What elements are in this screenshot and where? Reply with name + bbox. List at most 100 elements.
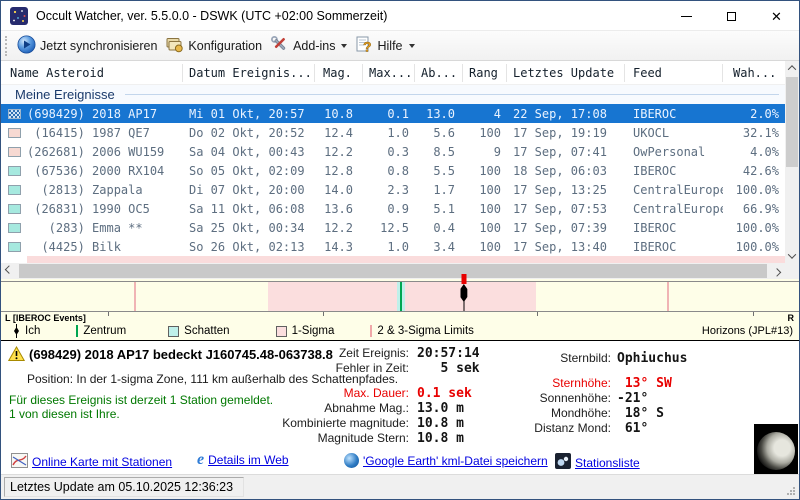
table-row[interactable]: (698429) 2018 AP17 Mi 01 Okt, 20:57 10.8… [1, 104, 785, 123]
toolbar: Jetzt synchronisieren Konfiguration Add-… [1, 31, 799, 61]
field-value: 18° S [617, 406, 664, 421]
cell-event-date: Mi 01 Okt, 20:57 [183, 107, 315, 121]
configuration-button[interactable]: Konfiguration [165, 35, 262, 57]
cell-probability: 42.6% [723, 164, 785, 178]
maximize-button[interactable] [709, 1, 754, 31]
cell-feed: IBEROC [625, 221, 723, 235]
field-label: Sonnenhöhe: [516, 391, 611, 406]
table-header: Name Asteroid Datum Ereignis... Mag. Max… [1, 61, 785, 85]
internet-explorer-icon: e [197, 453, 204, 467]
details-web-link[interactable]: e Details im Web [197, 453, 289, 467]
table-row[interactable]: (4425) Bilk So 26 Okt, 02:13 14.3 1.0 3.… [1, 237, 785, 256]
close-button[interactable]: ✕ [754, 1, 799, 31]
cell-last-update: 17 Sep, 19:19 [507, 126, 625, 140]
chevron-left-icon [5, 265, 13, 273]
cell-rank: 4 [463, 107, 507, 121]
cell-event-date: Di 07 Okt, 20:00 [183, 183, 315, 197]
close-icon: ✕ [771, 10, 782, 23]
field-label: Max. Dauer: [263, 386, 409, 401]
cell-max-duration: 12.5 [363, 221, 415, 235]
chevron-up-icon [788, 65, 796, 73]
cell-max-duration: 1.0 [363, 240, 415, 254]
marker-red-cap [461, 274, 466, 284]
column-header-ab[interactable]: Ab... [415, 64, 463, 82]
status-panel: Letztes Update am 05.10.2025 12:36:23 [4, 477, 244, 497]
help-button[interactable]: ? Hilfe [355, 35, 414, 57]
column-header-max[interactable]: Max... [363, 64, 415, 82]
table-row[interactable]: (283) Emma ** Sa 25 Okt, 00:34 12.2 12.5… [1, 218, 785, 237]
legend-label: 2 & 3-Sigma Limits [377, 325, 474, 337]
online-map-link[interactable]: Online Karte mit Stationen [11, 453, 172, 471]
field-label: Abnahme Mag.: [263, 401, 409, 416]
sync-button[interactable]: Jetzt synchronisieren [17, 35, 157, 57]
timeline-tick [108, 312, 109, 316]
column-header-feed[interactable]: Feed [625, 64, 723, 82]
table-row[interactable]: (262681) 2006 WU159 Sa 04 Okt, 00:43 12.… [1, 142, 785, 161]
moon-phase-image [754, 424, 798, 478]
scroll-left-button[interactable] [1, 263, 17, 279]
vertical-scrollbar[interactable] [785, 61, 799, 263]
detail-field-row: Sonnenhöhe:-21° [516, 391, 736, 406]
field-label: Zeit Ereignis: [263, 346, 409, 361]
cell-max-duration: 0.9 [363, 202, 415, 216]
minimize-button[interactable] [664, 1, 709, 31]
my-station-marker [460, 282, 467, 311]
sync-icon [17, 35, 36, 57]
google-earth-kml-link[interactable]: 'Google Earth' kml-Datei speichern [344, 453, 548, 468]
event-status-icon [1, 185, 27, 195]
table-row[interactable]: (26831) 1990 OC5 Sa 11 Okt, 06:08 13.6 0… [1, 199, 785, 218]
cell-mag-drop: 5.1 [415, 202, 463, 216]
app-icon [10, 7, 28, 25]
event-status-icon [1, 242, 27, 252]
toolbar-grip[interactable] [5, 36, 9, 56]
column-header-wah[interactable]: Wah... [723, 64, 785, 82]
scroll-up-button[interactable] [785, 61, 799, 75]
map-icon [11, 453, 28, 471]
detail-field-row: Zeit Ereignis:20:57:14 [263, 346, 525, 361]
cell-rank: 100 [463, 221, 507, 235]
field-value: 10.8 m [417, 416, 464, 431]
cell-mag: 12.2 [315, 145, 363, 159]
window-title: Occult Watcher, ver. 5.5.0.0 - DSWK (UTC… [36, 9, 387, 23]
addins-button[interactable]: Add-ins [270, 35, 347, 57]
addins-dropdown-arrow-icon [341, 44, 347, 48]
detail-field-row: Mondhöhe: 18° S [516, 406, 736, 421]
moon-disc [757, 432, 795, 470]
table-row[interactable]: (16415) 1987 QE7 Do 02 Okt, 20:52 12.4 1… [1, 123, 785, 142]
shadow-path-timeline[interactable] [1, 281, 799, 312]
legend-item-ich: Ich [13, 324, 40, 338]
column-header-update[interactable]: Letztes Update [507, 64, 625, 82]
field-value: 10.8 m [417, 431, 464, 446]
scroll-down-button[interactable] [785, 249, 799, 263]
table-row[interactable]: (67536) 2000 RX104 So 05 Okt, 02:09 12.8… [1, 161, 785, 180]
cell-mag-drop: 5.5 [415, 164, 463, 178]
station-list-link-label: Stationsliste [575, 456, 640, 470]
vertical-scrollbar-thumb[interactable] [786, 77, 798, 167]
column-header-rang[interactable]: Rang [463, 64, 507, 82]
cell-feed: IBEROC [625, 240, 723, 254]
chevron-down-icon [788, 250, 796, 258]
chevron-right-icon [773, 268, 781, 276]
horizontal-scrollbar-thumb[interactable] [19, 264, 767, 278]
table-row[interactable]: (2813) Zappala Di 07 Okt, 20:00 14.0 2.3… [1, 180, 785, 199]
column-header-mag[interactable]: Mag. [315, 64, 363, 82]
column-header-name[interactable]: Name Asteroid [1, 64, 183, 82]
center-line-icon [76, 325, 78, 337]
tools-icon [270, 35, 289, 57]
timeline-tick [323, 312, 324, 316]
horizontal-scrollbar[interactable] [1, 263, 785, 279]
resize-grip[interactable] [786, 486, 796, 496]
station-list-link[interactable]: Stationsliste [555, 453, 640, 472]
cell-mag: 14.0 [315, 183, 363, 197]
group-row-meine-ereignisse[interactable]: Meine Ereignisse [1, 85, 785, 104]
sync-button-label: Jetzt synchronisieren [40, 39, 157, 53]
scroll-right-button[interactable] [769, 263, 785, 279]
column-header-datum[interactable]: Datum Ereignis... [183, 64, 315, 82]
detail-field-row: Distanz Mond: 61° [516, 421, 736, 436]
svg-text:?: ? [363, 38, 372, 54]
timeline-axis-strip: L [IBEROC Events] R [1, 312, 799, 322]
cell-probability: 32.1% [723, 126, 785, 140]
detail-field-row: Magnitude Stern:10.8 m [263, 431, 525, 446]
cell-mag: 12.4 [315, 126, 363, 140]
warning-icon [8, 346, 25, 367]
